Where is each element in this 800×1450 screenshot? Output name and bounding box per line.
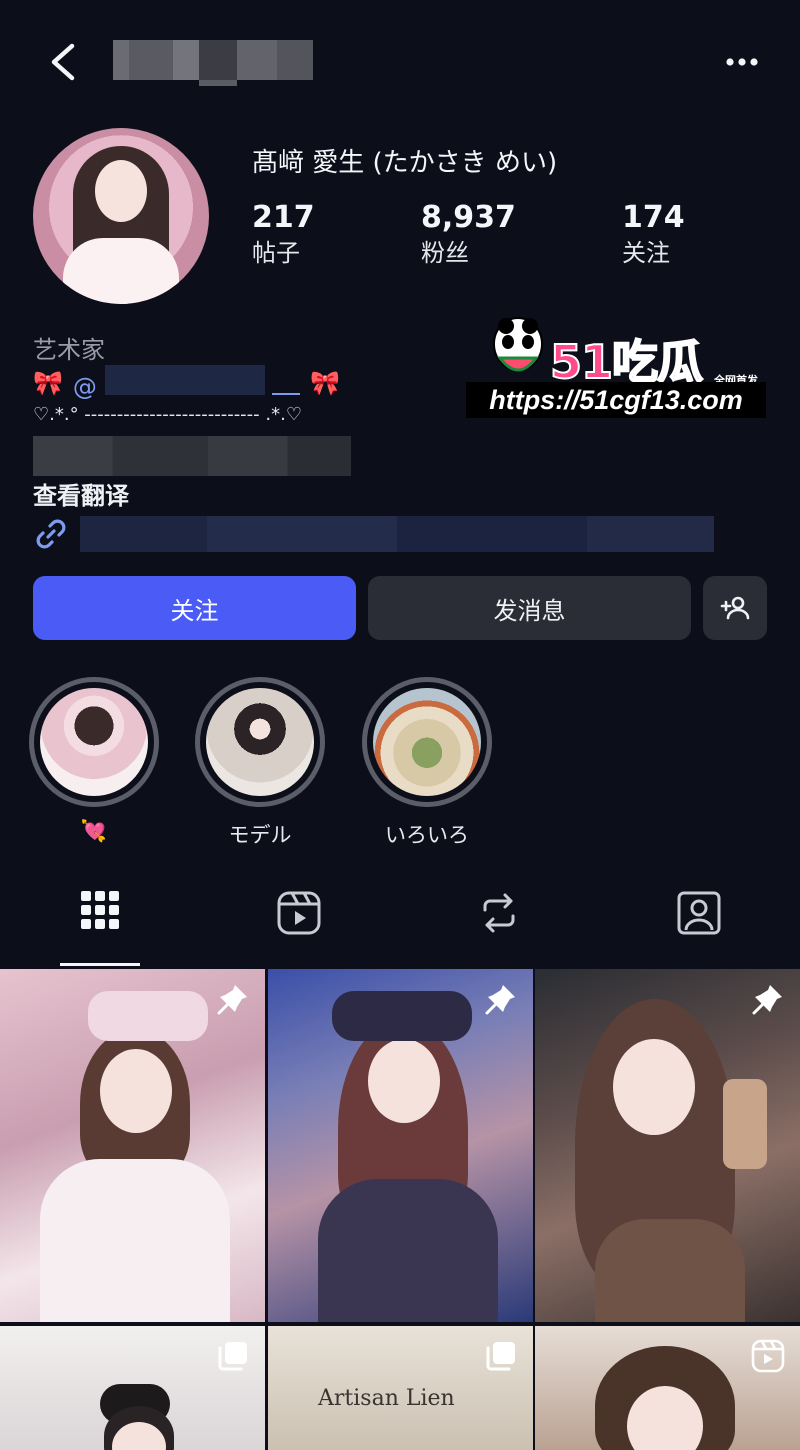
highlight-ring bbox=[362, 677, 492, 807]
mention-at: @ bbox=[72, 373, 97, 401]
bio-mention-line: 🎀 @ 🎀 bbox=[33, 365, 341, 401]
reels-icon bbox=[277, 891, 321, 935]
post-thumbnail[interactable] bbox=[0, 969, 265, 1322]
mention-redacted bbox=[104, 365, 265, 395]
highlight-cover bbox=[206, 688, 314, 796]
highlight-label: 💘 bbox=[80, 819, 108, 843]
tab-tagged[interactable] bbox=[659, 890, 739, 966]
reels-icon bbox=[751, 1339, 785, 1373]
carousel-icon bbox=[486, 1342, 515, 1371]
post-thumbnail[interactable] bbox=[268, 969, 533, 1322]
profile-link-redacted[interactable] bbox=[80, 516, 714, 552]
bio-decoration-line: ♡.*.° --------------------------- .*.♡ bbox=[33, 404, 302, 425]
grid-icon bbox=[81, 891, 119, 929]
add-person-icon bbox=[720, 596, 750, 620]
profile-category: 艺术家 bbox=[33, 336, 105, 364]
followers-count: 8,937 bbox=[421, 200, 516, 235]
tab-reposts[interactable] bbox=[459, 890, 539, 966]
panda-mascot-logo bbox=[493, 317, 543, 372]
link-icon bbox=[36, 519, 66, 549]
post-thumbnail[interactable] bbox=[535, 1326, 800, 1450]
tab-reels[interactable] bbox=[259, 890, 339, 966]
stat-followers[interactable]: 8,937 粉丝 bbox=[421, 200, 516, 270]
follow-button[interactable]: 关注 bbox=[33, 576, 356, 640]
watermark: 51吃瓜 全网首发 https://51cgf13.com bbox=[466, 310, 766, 420]
highlight-3[interactable]: いろいろ bbox=[362, 677, 492, 849]
ribbon-emoji: 🎀 bbox=[310, 369, 341, 397]
see-translation-link[interactable]: 查看翻译 bbox=[33, 476, 129, 511]
repost-icon bbox=[483, 893, 515, 933]
highlight-label: いろいろ bbox=[385, 823, 469, 847]
chevron-left-icon[interactable] bbox=[42, 38, 86, 86]
display-name: 髙﨑 愛生 (たかさき めい) bbox=[252, 148, 558, 178]
post-thumbnail[interactable] bbox=[535, 969, 800, 1322]
username-redacted bbox=[113, 40, 313, 86]
tab-posts[interactable] bbox=[60, 890, 140, 966]
pin-icon bbox=[752, 985, 782, 1015]
pin-icon bbox=[217, 985, 247, 1015]
highlight-ring bbox=[195, 677, 325, 807]
stat-posts[interactable]: 217 帖子 bbox=[252, 200, 315, 270]
highlight-label: モデル bbox=[228, 823, 292, 847]
highlight-ring bbox=[29, 677, 159, 807]
suggested-users-button[interactable] bbox=[703, 576, 767, 640]
bio-redacted bbox=[33, 436, 351, 476]
watermark-url: https://51cgf13.com bbox=[466, 382, 766, 418]
ribbon-emoji: 🎀 bbox=[33, 369, 63, 397]
profile-avatar[interactable] bbox=[33, 128, 209, 304]
highlight-cover bbox=[40, 688, 148, 796]
posts-label: 帖子 bbox=[252, 239, 300, 267]
bio-mention[interactable]: @ bbox=[72, 365, 301, 401]
post-thumbnail[interactable]: Artisan Lien bbox=[268, 1326, 533, 1450]
following-label: 关注 bbox=[622, 239, 670, 267]
posts-count: 217 bbox=[252, 200, 315, 235]
message-button[interactable]: 发消息 bbox=[368, 576, 691, 640]
mention-underscore bbox=[272, 375, 301, 395]
followers-label: 粉丝 bbox=[421, 239, 469, 267]
following-count: 174 bbox=[622, 200, 685, 235]
tagged-icon bbox=[677, 891, 721, 935]
highlight-cover bbox=[373, 688, 481, 796]
highlight-2[interactable]: モデル bbox=[195, 677, 325, 849]
top-bar bbox=[0, 0, 800, 120]
stat-following[interactable]: 174 关注 bbox=[622, 200, 685, 270]
carousel-icon bbox=[218, 1342, 247, 1371]
highlight-1[interactable]: 💘 bbox=[29, 677, 159, 844]
post-thumbnail[interactable] bbox=[0, 1326, 265, 1450]
pin-icon bbox=[485, 985, 515, 1015]
post-sign-text: Artisan Lien bbox=[318, 1386, 455, 1411]
more-horizontal-icon[interactable] bbox=[722, 52, 762, 72]
